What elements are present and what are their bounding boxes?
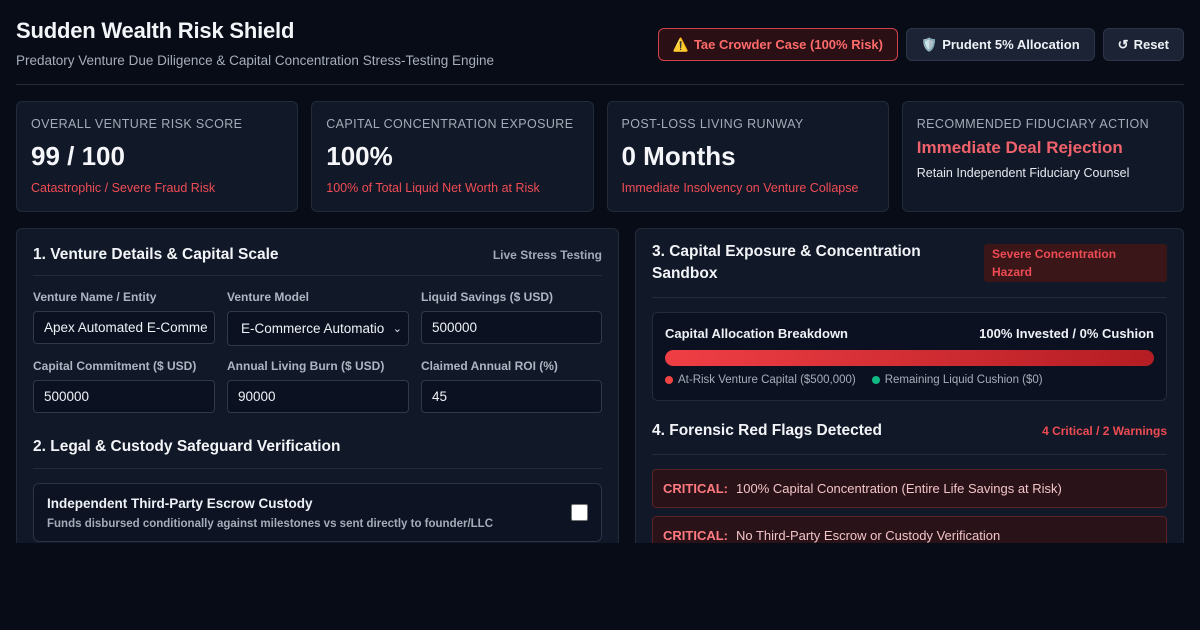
field-label: Venture Name / Entity (33, 290, 157, 304)
header-actions: ⚠️ Tae Crowder Case (100% Risk) 🛡️ Prude… (657, 28, 1184, 61)
load-case-label: Tae Crowder Case (100% Risk) (693, 37, 883, 52)
stat-note: 100% of Total Liquid Net Worth at Risk (326, 181, 540, 195)
risk-score-card: Overall Venture Risk Score 99 / 100 Cata… (16, 101, 299, 212)
stat-value: 0 Months (621, 141, 736, 171)
stat-label: Capital Concentration Exposure (326, 117, 574, 131)
reset-label: Reset (1133, 37, 1169, 52)
stat-value: 100% (326, 141, 393, 171)
living-burn-input[interactable]: 90000 (227, 380, 409, 413)
legend-at-risk: At-Risk Venture Capital ($500,000) (665, 374, 856, 386)
escrow-checkbox[interactable] (571, 504, 588, 521)
field-label: Claimed Annual ROI (%) (421, 359, 558, 373)
exposure-panel: 3. Capital Exposure & Concentration Sand… (635, 228, 1184, 543)
venture-section-title: 1. Venture Details & Capital Scale (33, 246, 279, 263)
fiduciary-action-card: Recommended Fiduciary Action Immediate D… (901, 101, 1184, 212)
legal-section-title: 2. Legal & Custody Safeguard Verificatio… (33, 437, 341, 455)
flags-section-header: 4. Forensic Red Flags Detected 4 Critica… (652, 407, 1167, 455)
red-flag-item: CRITICAL: No Third-Party Escrow or Custo… (652, 516, 1167, 543)
red-flag-item: CRITICAL: 100% Capital Concentration (En… (652, 469, 1167, 508)
capital-commitment-input[interactable]: 500000 (33, 380, 215, 413)
allocation-bar (665, 350, 1154, 366)
warning-icon: ⚠️ (672, 36, 689, 52)
capital-commitment-group: Capital Commitment ($ USD) 500000 (33, 359, 215, 413)
reset-button[interactable]: ↺ Reset (1102, 28, 1184, 61)
flag-text: 100% Capital Concentration (Entire Life … (736, 481, 1062, 496)
concentration-hazard-badge: Severe Concentration Hazard (984, 244, 1167, 282)
allocation-breakdown-card: Capital Allocation Breakdown 100% Invest… (652, 312, 1167, 401)
stat-value: 99 / 100 (31, 141, 125, 171)
chevron-down-icon: ⌄ (392, 323, 402, 335)
escrow-custody-option[interactable]: Independent Third-Party Escrow Custody F… (33, 483, 602, 542)
venture-section-header: 1. Venture Details & Capital Scale Live … (33, 229, 602, 276)
page-subtitle: Predatory Venture Due Diligence & Capita… (16, 53, 495, 68)
legal-section-header: 2. Legal & Custody Safeguard Verificatio… (33, 425, 602, 469)
stat-label: Post-Loss Living Runway (621, 117, 804, 131)
action-note: Retain Independent Fiduciary Counsel (916, 166, 1130, 180)
venture-panel: 1. Venture Details & Capital Scale Live … (16, 228, 619, 543)
stats-row: Overall Venture Risk Score 99 / 100 Cata… (16, 101, 1184, 212)
stat-note: Immediate Insolvency on Venture Collapse (621, 181, 859, 195)
allocation-header: Capital Allocation Breakdown 100% Invest… (665, 326, 1154, 341)
allocation-bar-fill (665, 350, 1154, 366)
app-header: Sudden Wealth Risk Shield Predatory Vent… (16, 0, 1184, 85)
field-label: Venture Model (227, 290, 310, 304)
shield-icon: 🛡️ (921, 36, 938, 52)
liquid-savings-group: Liquid Savings ($ USD) 500000 (421, 290, 602, 346)
venture-model-group: Venture Model E-Commerce Automatio ⌄ (227, 290, 409, 346)
legend-cushion-label: Remaining Liquid Cushion ($0) (884, 374, 1043, 386)
live-testing-tag: Live Stress Testing (492, 248, 602, 262)
stat-label: Recommended Fiduciary Action (916, 117, 1150, 131)
legend-at-risk-label: At-Risk Venture Capital ($500,000) (678, 374, 856, 386)
field-label: Liquid Savings ($ USD) (421, 290, 554, 304)
field-label: Annual Living Burn ($ USD) (227, 359, 385, 373)
flags-summary: 4 Critical / 2 Warnings (1042, 423, 1167, 438)
exposure-section-title: 3. Capital Exposure & Concentration Sand… (652, 243, 921, 282)
flags-section-title: 4. Forensic Red Flags Detected (652, 421, 882, 439)
escrow-title: Independent Third-Party Escrow Custody (47, 496, 313, 511)
flag-text: No Third-Party Escrow or Custody Verific… (736, 528, 1001, 543)
concentration-card: Capital Concentration Exposure 100% 100%… (311, 101, 594, 212)
claimed-roi-input[interactable]: 45 (421, 380, 602, 413)
at-risk-dot-icon (665, 376, 673, 384)
venture-name-input[interactable]: Apex Automated E-Comme (33, 311, 215, 344)
runway-card: Post-Loss Living Runway 0 Months Immedia… (606, 101, 889, 212)
venture-model-value: E-Commerce Automatio (241, 321, 385, 336)
allocation-title: Capital Allocation Breakdown (665, 326, 848, 341)
flag-severity: CRITICAL: (663, 481, 728, 496)
legend-cushion: Remaining Liquid Cushion ($0) (871, 374, 1043, 386)
page-title: Sudden Wealth Risk Shield (16, 18, 295, 43)
venture-model-select[interactable]: E-Commerce Automatio ⌄ (227, 311, 409, 346)
flag-severity: CRITICAL: (663, 528, 728, 543)
living-burn-group: Annual Living Burn ($ USD) 90000 (227, 359, 409, 413)
recommended-action: Immediate Deal Rejection (916, 138, 1123, 157)
exposure-section-header: 3. Capital Exposure & Concentration Sand… (652, 229, 1167, 298)
stat-label: Overall Venture Risk Score (31, 117, 243, 131)
venture-name-group: Venture Name / Entity Apex Automated E-C… (33, 290, 215, 346)
prudent-allocation-label: Prudent 5% Allocation (942, 37, 1080, 52)
escrow-description: Funds disbursed conditionally against mi… (47, 518, 494, 530)
allocation-summary: 100% Invested / 0% Cushion (979, 326, 1154, 341)
prudent-allocation-button[interactable]: 🛡️ Prudent 5% Allocation (906, 28, 1095, 61)
liquid-savings-input[interactable]: 500000 (421, 311, 602, 344)
field-label: Capital Commitment ($ USD) (33, 359, 197, 373)
allocation-legend: At-Risk Venture Capital ($500,000) Remai… (665, 374, 1154, 386)
load-case-button[interactable]: ⚠️ Tae Crowder Case (100% Risk) (657, 28, 898, 61)
cushion-dot-icon (871, 376, 880, 384)
venture-form: Venture Name / Entity Apex Automated E-C… (33, 290, 602, 413)
reset-icon: ↺ (1117, 36, 1129, 52)
claimed-roi-group: Claimed Annual ROI (%) 45 (421, 359, 602, 413)
stat-note: Catastrophic / Severe Fraud Risk (31, 181, 216, 195)
